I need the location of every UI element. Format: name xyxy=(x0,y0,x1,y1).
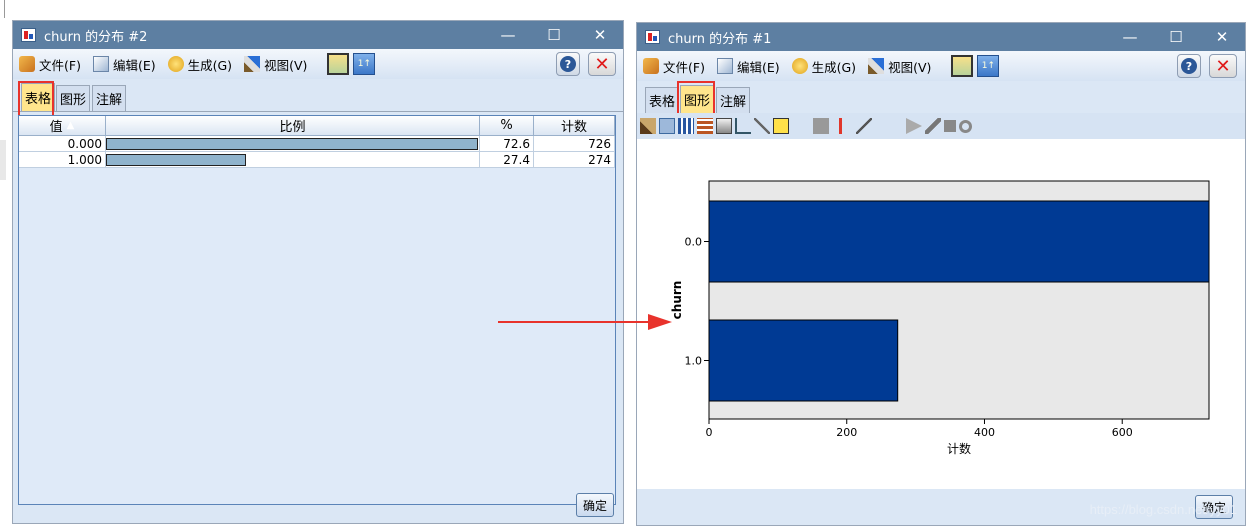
help-button[interactable]: ? xyxy=(1177,54,1201,78)
minimize-icon[interactable]: — xyxy=(1107,23,1153,51)
bar-0.0 xyxy=(708,200,1210,283)
close-button[interactable]: ✕ xyxy=(588,52,616,76)
bar-1.0 xyxy=(708,319,899,402)
print-icon[interactable] xyxy=(716,118,732,134)
help-icon: ? xyxy=(1181,58,1197,74)
edit-icon xyxy=(92,56,109,72)
sort-icon[interactable]: 1↑ xyxy=(977,55,1000,77)
cell-percent: 27.4 xyxy=(480,152,534,168)
x-tick-label: 400 xyxy=(974,426,995,439)
line-shape-icon[interactable] xyxy=(925,118,941,134)
cell-count: 274 xyxy=(534,152,615,168)
menu-view[interactable]: 视图(V) xyxy=(244,55,307,74)
window-title: churn 的分布 #1 xyxy=(668,31,772,47)
menu-file[interactable]: 文件(F) xyxy=(19,55,81,74)
export-icon[interactable] xyxy=(327,53,350,75)
maximize-icon[interactable]: ☐ xyxy=(1153,23,1199,51)
help-button[interactable]: ? xyxy=(556,52,580,76)
distribution-window-graph: churn 的分布 #1 — ☐ ✕ 文件(F) 编辑(E) 生成(G) 视图(… xyxy=(636,22,1246,526)
tab-bar: 表格 图形 注解 xyxy=(637,81,1245,114)
view-icon xyxy=(244,56,261,72)
menu-edit[interactable]: 编辑(E) xyxy=(716,57,780,76)
sort-icon[interactable]: 1↑ xyxy=(353,53,376,75)
x-tick-label: 600 xyxy=(1112,426,1133,439)
distribution-window-table: churn 的分布 #2 — ☐ ✕ 文件(F) 编辑(E) 生成(G) 视图(… xyxy=(12,20,624,524)
cell-value: 0.000 xyxy=(19,136,106,152)
proportion-bar xyxy=(106,153,246,166)
proportion-bar xyxy=(106,137,478,150)
view-icon xyxy=(868,58,885,74)
menu-generate[interactable]: 生成(G) xyxy=(167,55,232,74)
circle-shape-icon[interactable] xyxy=(959,119,972,133)
edit-icon xyxy=(716,58,733,74)
minimize-icon[interactable]: — xyxy=(485,21,531,49)
copy-icon[interactable] xyxy=(697,118,713,134)
close-window-icon[interactable]: ✕ xyxy=(1199,23,1245,51)
pointer-shape-icon[interactable] xyxy=(906,118,922,134)
background-window-fragment-2 xyxy=(0,140,6,180)
chart-panel: 0 200 400 600 0.0 1.0 计数 churn xyxy=(637,139,1245,489)
file-icon xyxy=(19,56,35,72)
tab-bar: 表格 图形 注解 xyxy=(13,79,623,112)
column-header-percent[interactable]: % xyxy=(480,116,534,136)
chart-toolbar xyxy=(637,113,1245,139)
cell-percent: 72.6 xyxy=(480,136,534,152)
tab-annotation[interactable]: 注解 xyxy=(716,87,751,113)
ok-button[interactable]: 确定 xyxy=(576,493,614,517)
axis-icon[interactable] xyxy=(735,118,751,134)
column-header-count[interactable]: 计数 xyxy=(534,116,615,136)
close-window-icon[interactable]: ✕ xyxy=(577,21,623,49)
generate-icon xyxy=(167,56,184,72)
cell-value: 1.000 xyxy=(19,152,106,168)
y-tick-label: 1.0 xyxy=(685,355,703,368)
menu-bar: 文件(F) 编辑(E) 生成(G) 视图(V) 1↑ ? ✕ xyxy=(13,49,623,79)
x-tick-label: 200 xyxy=(836,426,857,439)
menu-view[interactable]: 视图(V) xyxy=(868,57,931,76)
y-tick-label: 0.0 xyxy=(685,236,703,249)
brush-icon[interactable] xyxy=(640,118,656,134)
chart-app-icon xyxy=(21,28,36,42)
tab-annotation[interactable]: 注解 xyxy=(92,85,127,111)
tab-table[interactable]: 表格 xyxy=(645,87,680,113)
x-tick-label: 0 xyxy=(706,426,713,439)
help-icon: ? xyxy=(560,56,576,72)
generate-icon xyxy=(791,58,808,74)
x-axis-label: 计数 xyxy=(947,441,971,456)
menu-bar: 文件(F) 编辑(E) 生成(G) 视图(V) 1↑ ? ✕ xyxy=(637,51,1245,81)
column-header-value[interactable]: 值 ▲ xyxy=(19,116,106,136)
cell-count: 726 xyxy=(534,136,615,152)
background-window-fragment xyxy=(0,0,5,18)
file-icon xyxy=(643,58,659,74)
zoom-icon[interactable] xyxy=(754,118,770,134)
chart-app-icon xyxy=(645,30,660,44)
pointer-icon[interactable] xyxy=(659,118,675,134)
export-icon[interactable] xyxy=(951,55,974,77)
bar-chart: 0 200 400 600 0.01.0 计数 churn xyxy=(670,180,1210,456)
title-bar[interactable]: churn 的分布 #1 — ☐ ✕ xyxy=(637,23,1245,51)
menu-file[interactable]: 文件(F) xyxy=(643,57,705,76)
watermark: https://blog.csdn.net/yy01 xyxy=(1089,502,1237,517)
chart-grid-icon[interactable] xyxy=(678,118,694,134)
menu-edit[interactable]: 编辑(E) xyxy=(92,55,156,74)
square-icon[interactable] xyxy=(813,118,829,134)
window-title: churn 的分布 #2 xyxy=(44,29,148,45)
column-header-proportion[interactable]: 比例 xyxy=(106,116,480,136)
menu-generate[interactable]: 生成(G) xyxy=(791,57,856,76)
data-table: 值 ▲ 比例 % 计数 0.000 72.6 726 1.000 27.4 274 xyxy=(18,115,616,505)
line-marker-icon[interactable] xyxy=(839,118,842,134)
close-button[interactable]: ✕ xyxy=(1209,54,1237,78)
rect-shape-icon[interactable] xyxy=(944,120,956,132)
cell-proportion xyxy=(106,136,480,152)
magic-wand-icon[interactable] xyxy=(856,118,872,134)
cell-proportion xyxy=(106,152,480,168)
title-bar[interactable]: churn 的分布 #2 — ☐ ✕ xyxy=(13,21,623,49)
red-arrow-annotation xyxy=(498,314,672,330)
sort-ascending-icon: ▲ xyxy=(66,120,75,131)
tab-graph[interactable]: 图形 xyxy=(56,85,91,111)
maximize-icon[interactable]: ☐ xyxy=(531,21,577,49)
alert-icon[interactable] xyxy=(773,118,789,134)
